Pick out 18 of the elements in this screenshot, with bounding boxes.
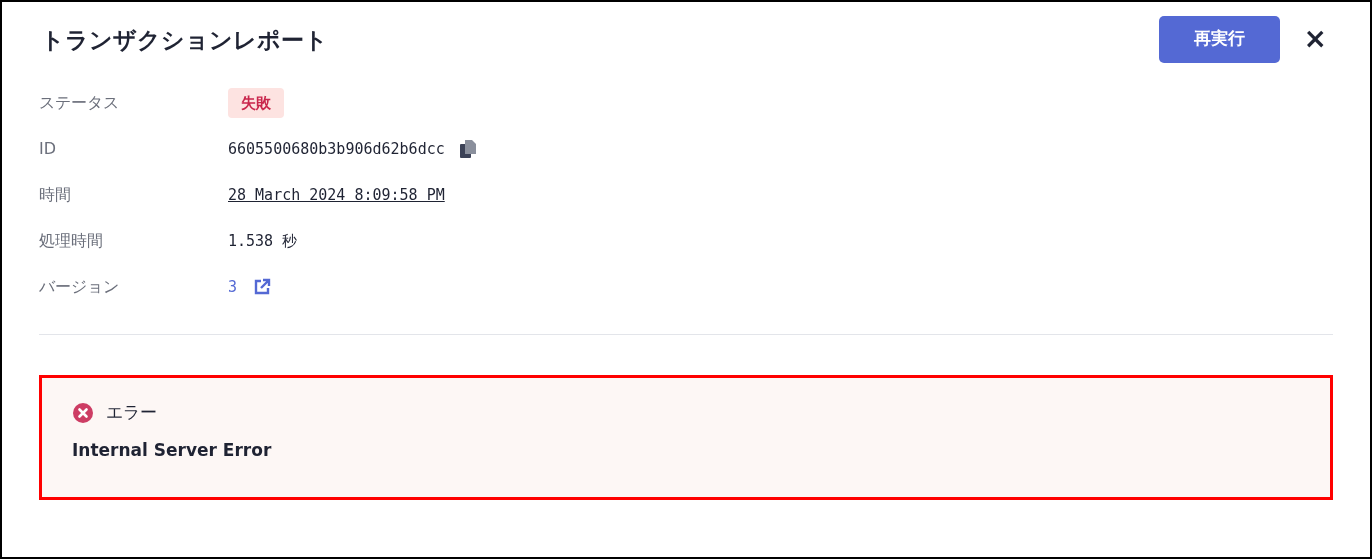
version-link[interactable]: 3 <box>228 275 272 299</box>
copy-icon[interactable] <box>458 139 477 159</box>
field-label: 処理時間 <box>39 230 104 252</box>
panel-title: トランザクションレポート <box>41 27 329 55</box>
field-label: ステータス <box>39 92 120 114</box>
field-label: バージョン <box>39 276 120 298</box>
rerun-button[interactable]: 再実行 <box>1158 15 1280 63</box>
field-label: 時間 <box>39 184 72 206</box>
duration-value: 1.538 秒 <box>228 230 298 252</box>
timestamp-link[interactable]: 28 March 2024 8:09:58 PM <box>228 183 445 207</box>
field-label: ID <box>39 138 58 160</box>
error-icon <box>72 401 94 424</box>
error-title: エラー <box>106 401 157 424</box>
id-value: 6605500680b3b906d62b6dcc <box>228 138 445 160</box>
error-message: Internal Server Error <box>72 438 273 462</box>
external-link-icon <box>253 278 272 296</box>
status-badge: 失敗 <box>228 87 284 119</box>
close-button[interactable]: × <box>1297 25 1333 53</box>
